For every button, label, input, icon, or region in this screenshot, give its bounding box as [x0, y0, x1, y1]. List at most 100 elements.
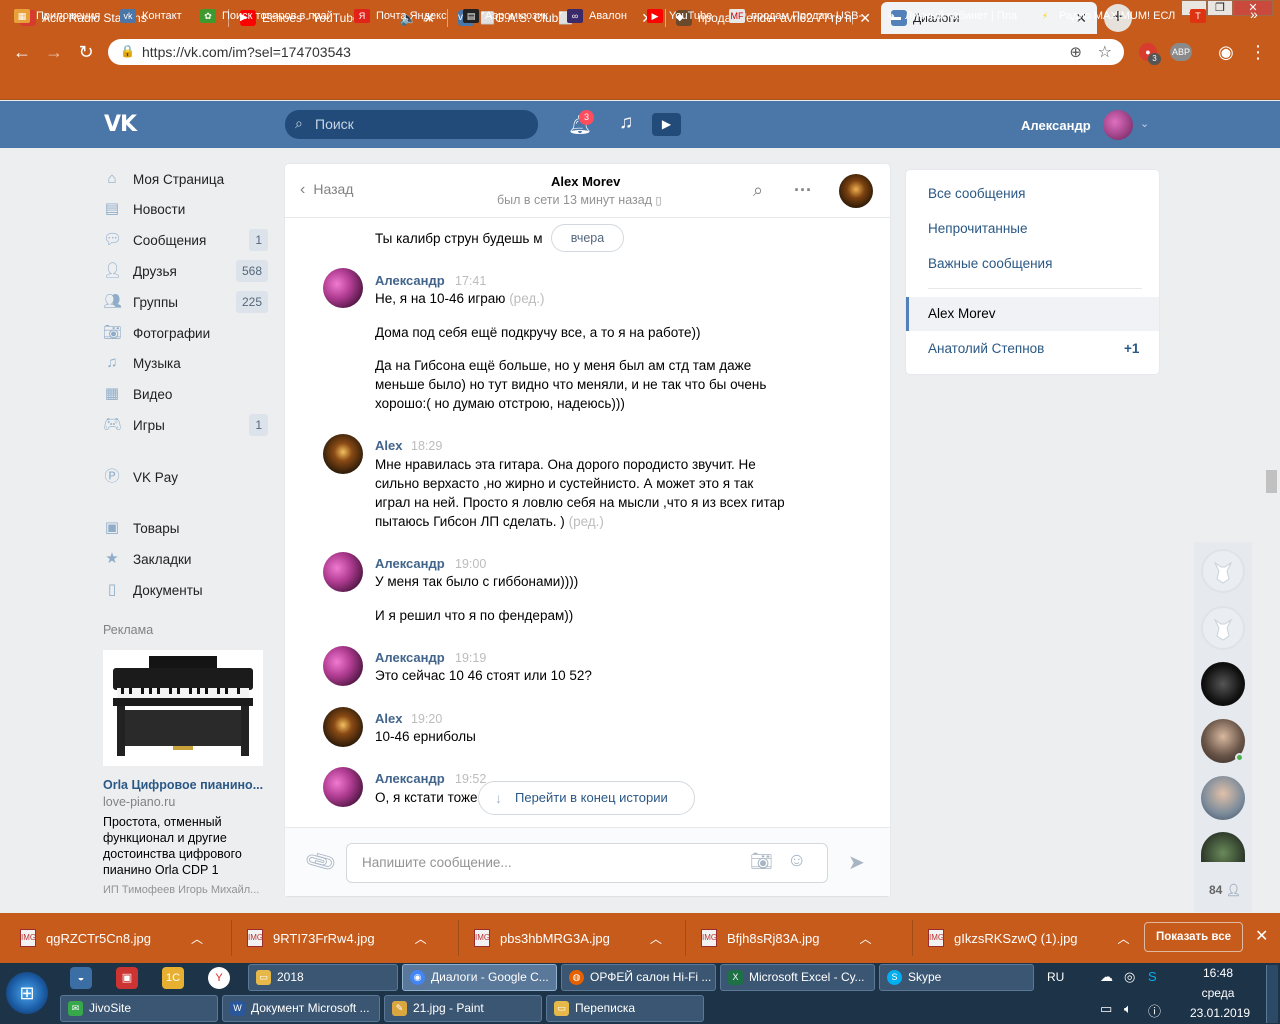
bookmark-item[interactable]: ✿ Поиск товаров в прай	[200, 9, 333, 23]
send-icon[interactable]: ➤	[848, 850, 865, 875]
menu-groups[interactable]: 👥︎ Группы 225	[103, 289, 268, 315]
menu-friends[interactable]: 👤︎ Друзья 568	[103, 258, 268, 284]
download-item[interactable]: IMG qgRZCTr5Cn8.jpg ︿	[20, 927, 203, 949]
menu-photos[interactable]: 📷︎ Фотографии	[103, 320, 268, 346]
chevron-up-icon[interactable]: ︿	[415, 930, 427, 947]
abp-extension-icon[interactable]: АВР	[1170, 43, 1192, 61]
quicklaunch-icon[interactable]: ◒	[70, 967, 92, 989]
peer-name[interactable]: Alex Morev	[551, 174, 620, 189]
taskbar-button[interactable]: W Документ Microsoft ...	[222, 995, 380, 1022]
bookmark-item[interactable]: Я Почта Яндекс	[354, 9, 447, 23]
bookmark-item[interactable]: ⚡ Радио MAXIMUM! ЕСЛ	[1037, 9, 1175, 23]
bookmark-item[interactable]: MF продам Продаю USB-	[729, 9, 862, 23]
1c-icon[interactable]: 1С	[162, 967, 184, 989]
message-author[interactable]: Александр	[375, 771, 445, 786]
back-button[interactable]: ‹ Назад	[300, 181, 353, 199]
more-bookmarks-icon[interactable]: »	[1250, 6, 1258, 22]
language-indicator[interactable]: RU	[1047, 970, 1064, 984]
peer-avatar[interactable]	[839, 174, 873, 208]
author-avatar[interactable]	[323, 767, 363, 807]
menu-dots-icon[interactable]: ⋮	[1246, 40, 1270, 64]
menu-my-page[interactable]: ⌂ Моя Страница	[103, 166, 268, 192]
menu-games[interactable]: 🎮︎ Игры 1	[103, 412, 268, 438]
taskbar-button[interactable]: ▭ 2018	[248, 964, 398, 991]
profile-icon[interactable]: ◉	[1214, 40, 1238, 64]
bookmark-item[interactable]: ▶ YouTube	[647, 9, 712, 23]
menu-bookmarks[interactable]: ★ Закладки	[103, 546, 268, 572]
menu-music[interactable]: ♫ Музыка	[103, 350, 268, 376]
author-avatar[interactable]	[323, 268, 363, 308]
music-note-icon[interactable]: ♫	[619, 112, 633, 134]
taskbar-button[interactable]: ✎ 21.jpg - Paint	[384, 995, 542, 1022]
menu-vk-pay[interactable]: Ⓟ VK Pay	[103, 464, 268, 490]
download-item[interactable]: IMG pbs3hbMRG3A.jpg ︿	[474, 927, 662, 949]
header-user-name[interactable]: Александр	[1021, 118, 1091, 133]
dog-avatar-icon[interactable]	[1201, 549, 1245, 593]
smile-icon[interactable]: ☺	[787, 850, 806, 872]
message-author[interactable]: Александр	[375, 650, 445, 665]
bookmark-item[interactable]: T	[1190, 9, 1206, 23]
show-all-downloads-button[interactable]: Показать все	[1144, 922, 1243, 952]
taskbar-button-active[interactable]: ◉ Диалоги - Google C...	[402, 964, 557, 991]
camera-icon[interactable]: 📷︎	[750, 851, 773, 872]
ad-title[interactable]: Orla Цифровое пианино...	[103, 778, 263, 792]
skype-tray-icon[interactable]: S	[1148, 969, 1157, 984]
friend-avatar[interactable]	[1201, 776, 1245, 820]
tray-app-icon[interactable]: ◎	[1124, 969, 1135, 985]
network-icon[interactable]: ☁	[1100, 969, 1113, 985]
page-scrollbar[interactable]	[1266, 470, 1277, 493]
windows-start-button[interactable]: ⊞	[6, 972, 48, 1014]
forward-arrow-icon[interactable]: →	[42, 40, 66, 64]
chevron-up-icon[interactable]: ︿	[650, 930, 662, 947]
taskbar-button[interactable]: ▭ Переписка	[546, 995, 704, 1022]
friend-avatar[interactable]	[1201, 662, 1245, 706]
menu-documents[interactable]: ▯ Документы	[103, 577, 268, 603]
dog-avatar-icon[interactable]	[1201, 606, 1245, 650]
reload-icon[interactable]: ↻	[74, 40, 98, 64]
taskbar-button[interactable]: S Skype	[879, 964, 1034, 991]
show-desktop-button[interactable]	[1266, 965, 1278, 1023]
chevron-up-icon[interactable]: ︿	[860, 930, 872, 947]
quicklaunch-icon[interactable]: ▣	[116, 967, 138, 989]
bookmark-item[interactable]: ➔ Личный кабинет | Пла	[883, 9, 1017, 23]
more-dots-icon[interactable]: ···	[794, 180, 812, 201]
header-avatar[interactable]	[1103, 110, 1133, 140]
zoom-icon[interactable]: ⊕	[1069, 43, 1082, 61]
address-bar[interactable]: 🔒 https://vk.com/im?sel=174703543 ⊕ ☆	[108, 39, 1124, 65]
chevron-up-icon[interactable]: ︿	[1118, 930, 1130, 947]
bookmark-star-icon[interactable]: ☆	[1098, 42, 1112, 62]
download-item[interactable]: IMG Bfjh8sRj83A.jpg ︿	[701, 927, 872, 949]
info-icon[interactable]: ⓘ	[1148, 1001, 1161, 1020]
bookmark-item[interactable]: vk Контакт	[120, 9, 182, 23]
message-author[interactable]: Alex	[375, 711, 402, 726]
friends-count[interactable]: 84 👤︎	[1209, 883, 1241, 897]
action-center-icon[interactable]: ▭	[1100, 1001, 1112, 1017]
vk-search-input[interactable]: ⌕ Поиск	[285, 110, 538, 139]
menu-messages[interactable]: 💬︎ Сообщения 1	[103, 227, 268, 253]
filter-all-messages[interactable]: Все сообщения	[928, 186, 1025, 201]
author-avatar[interactable]	[323, 552, 363, 592]
dialog-item[interactable]: Анатолий Степнов	[928, 341, 1044, 356]
back-arrow-icon[interactable]: ←	[10, 40, 34, 64]
bookmark-item[interactable]: ▤ Аэромьюзик	[463, 9, 548, 23]
taskbar-button[interactable]: ✉ JivoSite	[60, 995, 218, 1022]
filter-unread[interactable]: Непрочитанные	[928, 221, 1028, 236]
chevron-down-icon[interactable]: ⌄	[1140, 117, 1149, 130]
filter-important[interactable]: Важные сообщения	[928, 256, 1052, 271]
ad-piano-image[interactable]	[103, 650, 263, 766]
bookmark-item[interactable]: ∞ Авалон	[567, 9, 627, 23]
dialog-item[interactable]: Alex Morev	[928, 306, 996, 321]
author-avatar[interactable]	[323, 646, 363, 686]
message-author[interactable]: Alex	[375, 438, 402, 453]
message-author[interactable]: Александр	[375, 273, 445, 288]
clock[interactable]: 16:48 среда 23.01.2019	[1190, 965, 1250, 1021]
menu-video[interactable]: ▦ Видео	[103, 381, 268, 407]
taskbar-button[interactable]: X Microsoft Excel - Су...	[720, 964, 875, 991]
ad-site[interactable]: love-piano.ru	[103, 795, 175, 809]
play-icon[interactable]: ▶	[652, 113, 681, 136]
menu-news[interactable]: ▤ Новости	[103, 196, 268, 222]
close-icon[interactable]: ✕	[1255, 926, 1268, 946]
goto-end-button[interactable]: ↓ Перейти в конец истории	[478, 781, 695, 815]
maximize-button[interactable]: ❐	[1207, 0, 1233, 16]
menu-goods[interactable]: ▣ Товары	[103, 515, 268, 541]
